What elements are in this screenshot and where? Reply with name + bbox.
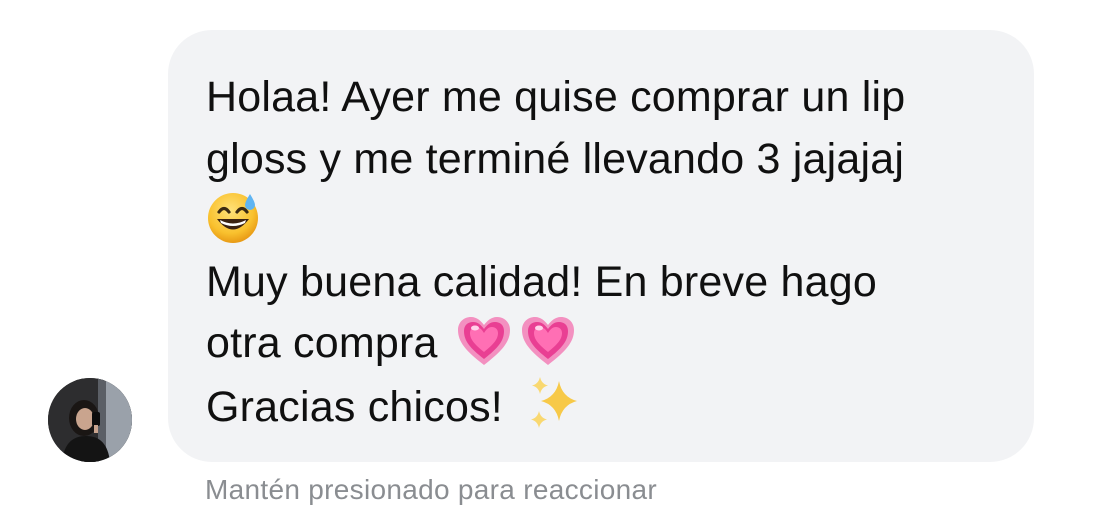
message-bubble[interactable]: Holaa! Ayer me quise comprar un lip glos…: [168, 30, 1034, 462]
message-line: [206, 190, 1004, 252]
message-line: Muy buena calidad! En breve hago: [206, 257, 877, 306]
sender-avatar[interactable]: [48, 378, 132, 462]
reaction-hint: Mantén presionado para reaccionar: [205, 474, 657, 505]
message-line: otra compra: [206, 313, 1004, 375]
message-line: Holaa! Ayer me quise comprar un lip: [206, 73, 906, 121]
avatar-photo-icon: [48, 378, 132, 462]
message-line: Gracias chicos!: [206, 375, 1004, 439]
conversation-view: Holaa! Ayer me quise comprar un lip glos…: [0, 0, 1098, 521]
message-text: otra compra: [206, 319, 438, 367]
growing-heart-icon: [456, 315, 512, 367]
sparkles-icon: [527, 375, 583, 431]
growing-heart-icon: [520, 315, 576, 367]
grinning-face-with-sweat-icon: [206, 190, 260, 244]
message-line: gloss y me terminé llevando 3 jajajaj: [206, 134, 905, 183]
message-text: Gracias chicos!: [206, 382, 503, 431]
